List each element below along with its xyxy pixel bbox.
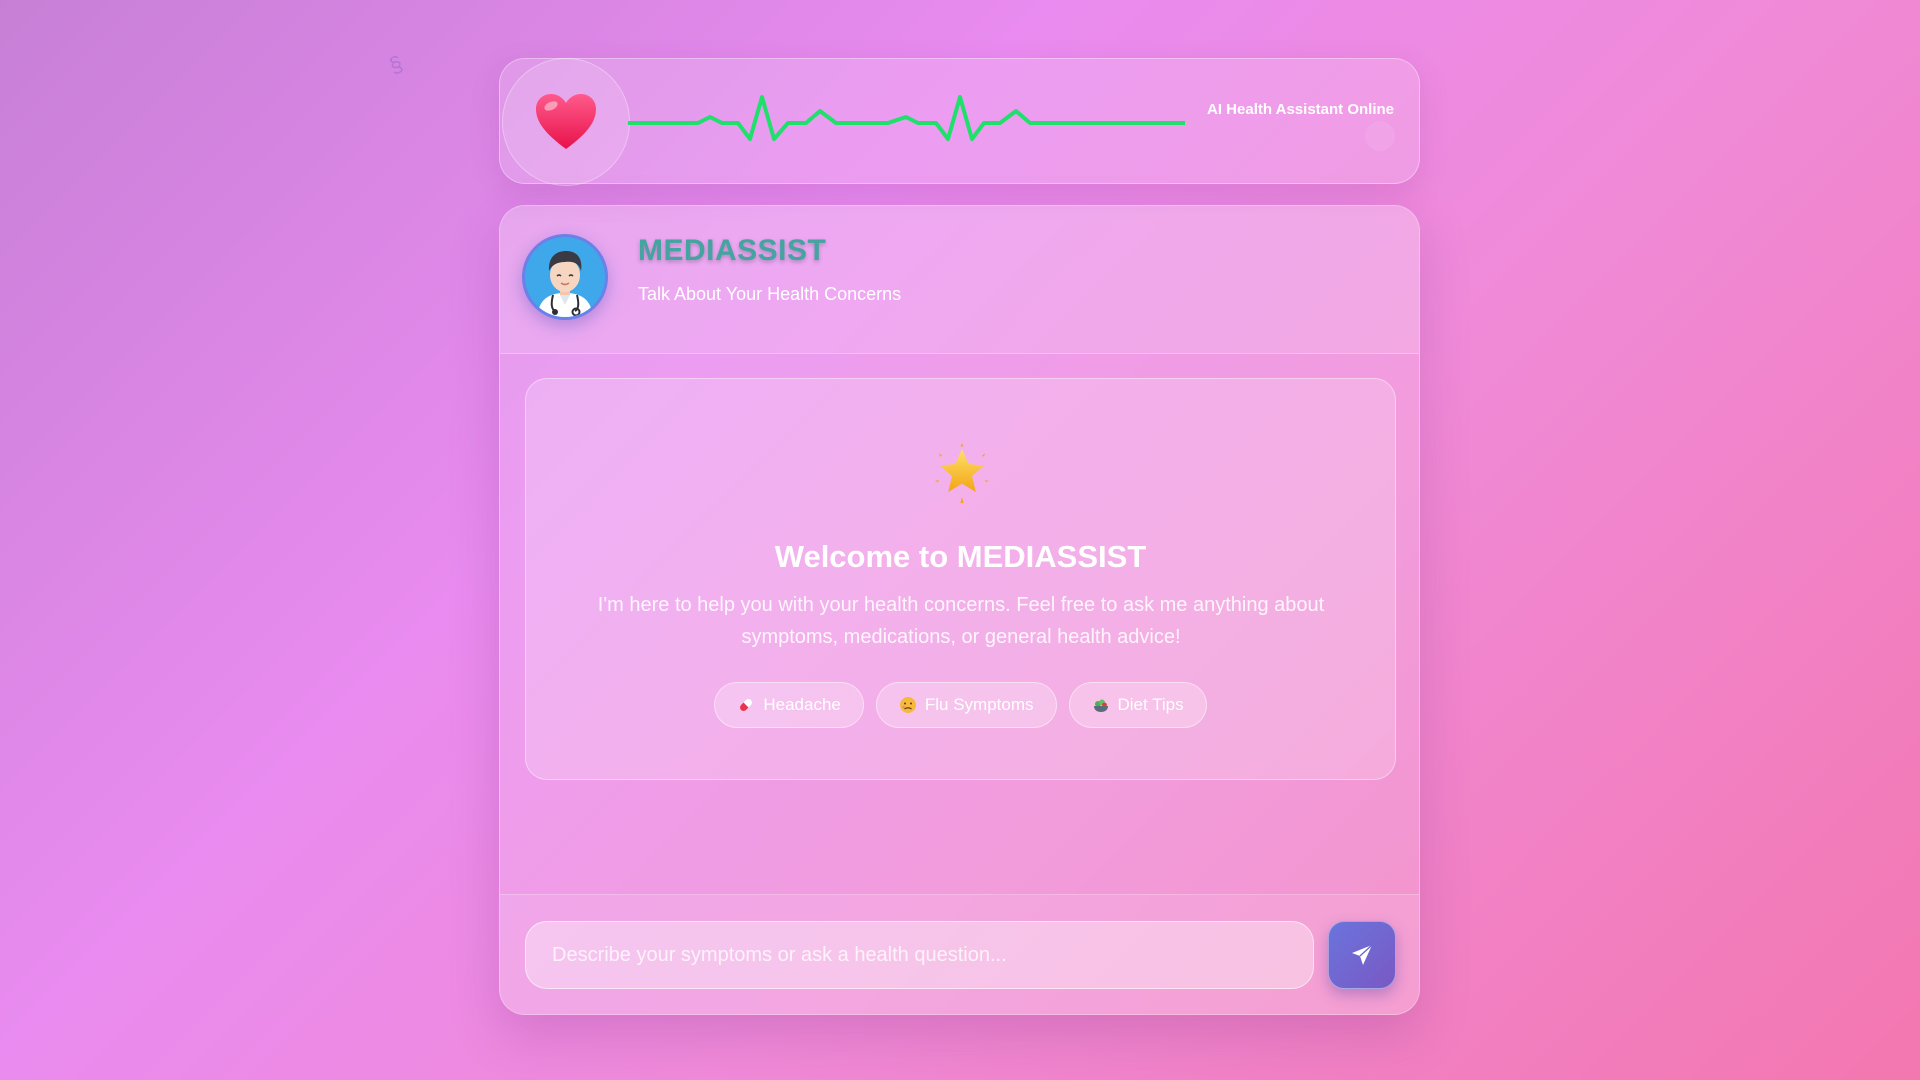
send-icon — [1352, 944, 1373, 965]
doctor-icon — [537, 251, 593, 317]
decorative-stethoscope-mark: § — [385, 50, 406, 79]
status-indicator — [1365, 121, 1395, 151]
send-button[interactable] — [1328, 921, 1396, 989]
suggestion-label: Diet Tips — [1117, 695, 1184, 714]
app-subtitle: Talk About Your Health Concerns — [638, 284, 902, 304]
welcome-card: Welcome to MEDIASSIST I'm here to help y… — [525, 378, 1396, 780]
salad-icon — [1093, 699, 1108, 712]
chat-header: MEDIASSIST Talk About Your Health Concer… — [500, 206, 1419, 354]
heartbeat-line — [628, 95, 1185, 141]
welcome-star — [930, 441, 994, 505]
health-monitor-bar: AI Health Assistant Online — [499, 58, 1420, 186]
star-icon — [935, 443, 989, 503]
suggestion-diet-tips[interactable]: Diet Tips — [1068, 682, 1207, 728]
suggestion-flu-symptoms[interactable]: Flu Symptoms — [875, 682, 1057, 728]
suggestion-chips: Headache Flu Symptoms Diet Tips — [526, 682, 1395, 728]
welcome-title: Welcome to MEDIASSIST — [774, 539, 1147, 574]
suggestion-label: Flu Symptoms — [924, 695, 1034, 714]
heart-icon — [536, 94, 596, 149]
welcome-text: I'm here to help you with your health co… — [597, 594, 1325, 648]
suggestion-headache[interactable]: Headache — [714, 682, 864, 728]
doctor-avatar — [522, 234, 608, 320]
composer — [500, 894, 1419, 1014]
symptom-input[interactable] — [525, 921, 1314, 989]
suggestion-label: Headache — [763, 695, 841, 714]
pill-icon — [740, 699, 753, 711]
chat-window: MEDIASSIST Talk About Your Health Concer… — [499, 205, 1420, 1015]
sick-face-icon — [899, 697, 916, 713]
app-title: MEDIASSIST — [638, 234, 827, 267]
heart-badge — [502, 58, 630, 186]
status-text: AI Health Assistant Online — [1207, 101, 1394, 118]
